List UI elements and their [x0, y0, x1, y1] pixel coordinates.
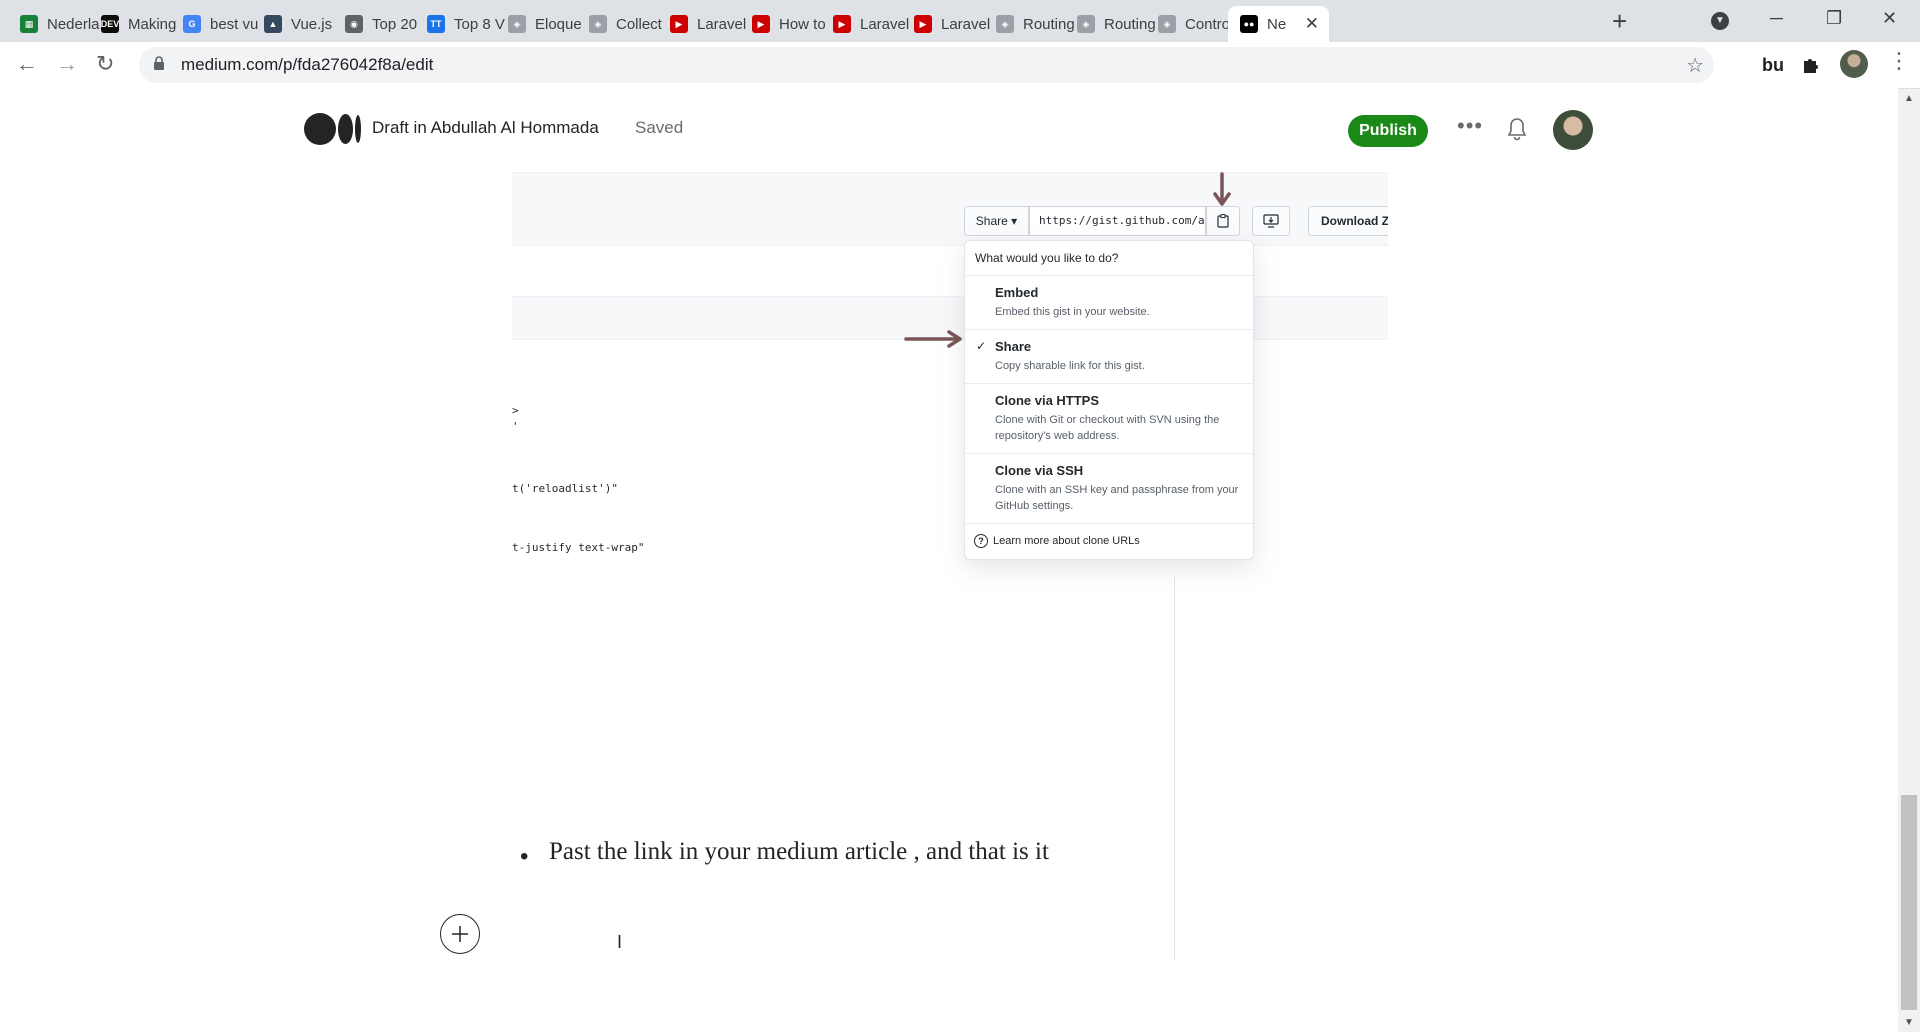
- gist-url-field[interactable]: https://gist.github.com/a: [1029, 206, 1206, 236]
- laravel-icon: ◈: [1158, 15, 1176, 33]
- code-divider: [1174, 577, 1175, 960]
- code-line: t-justify text-wrap": [512, 541, 645, 554]
- medium-logo-icon[interactable]: [304, 113, 362, 145]
- browser-menu-icon[interactable]: ⋮: [1888, 48, 1910, 74]
- dropdown-item-title: Clone via HTTPS: [995, 393, 1100, 408]
- text-cursor-icon: I: [617, 932, 623, 952]
- right-arrow-annotation-icon: [904, 330, 962, 348]
- gist-share-dropdown-button[interactable]: Share ▾: [964, 206, 1029, 236]
- reload-icon[interactable]: ↻: [96, 52, 114, 76]
- page-scrollbar[interactable]: ▲ ▼: [1898, 89, 1920, 1032]
- medium-editor-header: Draft in Abdullah Al Hommada Saved Publi…: [0, 88, 1898, 172]
- address-bar[interactable]: medium.com/p/fda276042f8a/edit ☆: [139, 47, 1714, 83]
- checkmark-icon: ✓: [976, 339, 987, 353]
- youtube-icon: ▶: [914, 15, 932, 33]
- back-icon[interactable]: ←: [16, 52, 38, 76]
- laravel-icon: ◈: [508, 15, 526, 33]
- bu-extension-icon[interactable]: bu: [1762, 55, 1784, 76]
- add-content-button[interactable]: [440, 914, 480, 954]
- dropdown-item-embed[interactable]: Embed Embed this gist in your website.: [965, 276, 1253, 330]
- bullet-paragraph[interactable]: Past the link in your medium article , a…: [549, 838, 1049, 866]
- draft-label: Draft in Abdullah Al Hommada: [372, 118, 599, 137]
- dropdown-item-title: Share: [995, 339, 1032, 354]
- code-line: ': [512, 420, 519, 433]
- window-close-icon[interactable]: ✕: [1882, 8, 1897, 29]
- browser-tab-strip: ▦ Nederla DEV Making Gbest vu ▲ Vue.js ◉ Top 20 T…: [0, 0, 1920, 42]
- tab-title: Ne: [1267, 15, 1287, 33]
- clipboard-copy-icon[interactable]: [1206, 206, 1240, 236]
- google-icon: G: [183, 15, 201, 33]
- download-zip-button[interactable]: Download Z: [1308, 206, 1388, 236]
- saved-status: Saved: [635, 118, 684, 137]
- tab-search-icon[interactable]: ▼: [1711, 12, 1729, 30]
- publish-button[interactable]: Publish: [1348, 115, 1428, 147]
- dropdown-item-title: Embed: [995, 285, 1039, 300]
- code-line: t('reloadlist')": [512, 482, 618, 495]
- youtube-icon: ▶: [670, 15, 688, 33]
- tab-close-icon[interactable]: ✕: [1305, 14, 1319, 34]
- dev-icon: DEV: [101, 15, 119, 33]
- scroll-up-icon[interactable]: ▲: [1904, 93, 1914, 104]
- minimize-icon[interactable]: ─: [1770, 8, 1783, 29]
- scroll-down-icon[interactable]: ▼: [1904, 1017, 1914, 1028]
- dropdown-item-description: Embed this gist in your website.: [995, 306, 1150, 318]
- notifications-bell-icon[interactable]: [1505, 116, 1529, 142]
- new-tab-button[interactable]: +: [1612, 8, 1627, 34]
- dropdown-item-clone-ssh[interactable]: Clone via SSH Clone with an SSH key and …: [965, 454, 1253, 524]
- dropdown-item-description: Clone with an SSH key and passphrase fro…: [995, 484, 1239, 512]
- medium-icon: ●●: [1240, 15, 1258, 33]
- browser-toolbar: ← → ↻ medium.com/p/fda276042f8a/edit ☆ b…: [0, 42, 1920, 89]
- open-desktop-icon[interactable]: [1252, 206, 1290, 236]
- dropdown-item-clone-https[interactable]: Clone via HTTPS Clone with Git or checko…: [965, 384, 1253, 454]
- learn-more-clone-urls-link[interactable]: ? Learn more about clone URLs: [965, 524, 1253, 558]
- clone-options-dropdown: What would you like to do? Embed Embed t…: [964, 240, 1254, 560]
- browser-tab-active[interactable]: ●● Ne ✕: [1228, 6, 1329, 42]
- question-circle-icon: ?: [974, 534, 988, 548]
- bookmark-star-icon[interactable]: ☆: [1686, 53, 1704, 78]
- down-arrow-annotation-icon: [1213, 172, 1231, 206]
- rss-icon: ◉: [345, 15, 363, 33]
- laravel-icon: ◈: [996, 15, 1014, 33]
- tt-icon: TT: [427, 15, 445, 33]
- learn-more-label: Learn more about clone URLs: [993, 535, 1140, 547]
- profile-avatar[interactable]: [1840, 50, 1868, 78]
- laravel-icon: ◈: [1077, 15, 1095, 33]
- laravel-icon: ◈: [589, 15, 607, 33]
- code-line: >: [512, 404, 519, 417]
- scrollbar-thumb[interactable]: [1901, 795, 1917, 1010]
- dropdown-item-share[interactable]: ✓ Share Copy sharable link for this gist…: [965, 330, 1253, 384]
- vuejs-icon: ▲: [264, 15, 282, 33]
- dropdown-item-description: Clone with Git or checkout with SVN usin…: [995, 414, 1220, 442]
- more-options-icon[interactable]: •••: [1457, 113, 1483, 139]
- restore-icon[interactable]: ❐: [1826, 8, 1842, 29]
- bullet-marker: •: [520, 843, 529, 870]
- article-image-gist-screenshot[interactable]: > ' t('reloadlist')" t-justify text-wrap…: [512, 172, 1388, 960]
- sheets-icon: ▦: [20, 15, 38, 33]
- dropdown-header: What would you like to do?: [965, 241, 1253, 276]
- youtube-icon: ▶: [833, 15, 851, 33]
- user-avatar[interactable]: [1553, 110, 1593, 150]
- plus-icon: [452, 926, 468, 942]
- lock-icon: [151, 55, 167, 75]
- dropdown-item-description: Copy sharable link for this gist.: [995, 360, 1145, 372]
- dropdown-item-title: Clone via SSH: [995, 463, 1084, 478]
- forward-icon[interactable]: →: [56, 52, 78, 76]
- youtube-icon: ▶: [752, 15, 770, 33]
- extensions-puzzle-icon[interactable]: [1801, 55, 1821, 80]
- url-text: medium.com/p/fda276042f8a/edit: [181, 55, 434, 74]
